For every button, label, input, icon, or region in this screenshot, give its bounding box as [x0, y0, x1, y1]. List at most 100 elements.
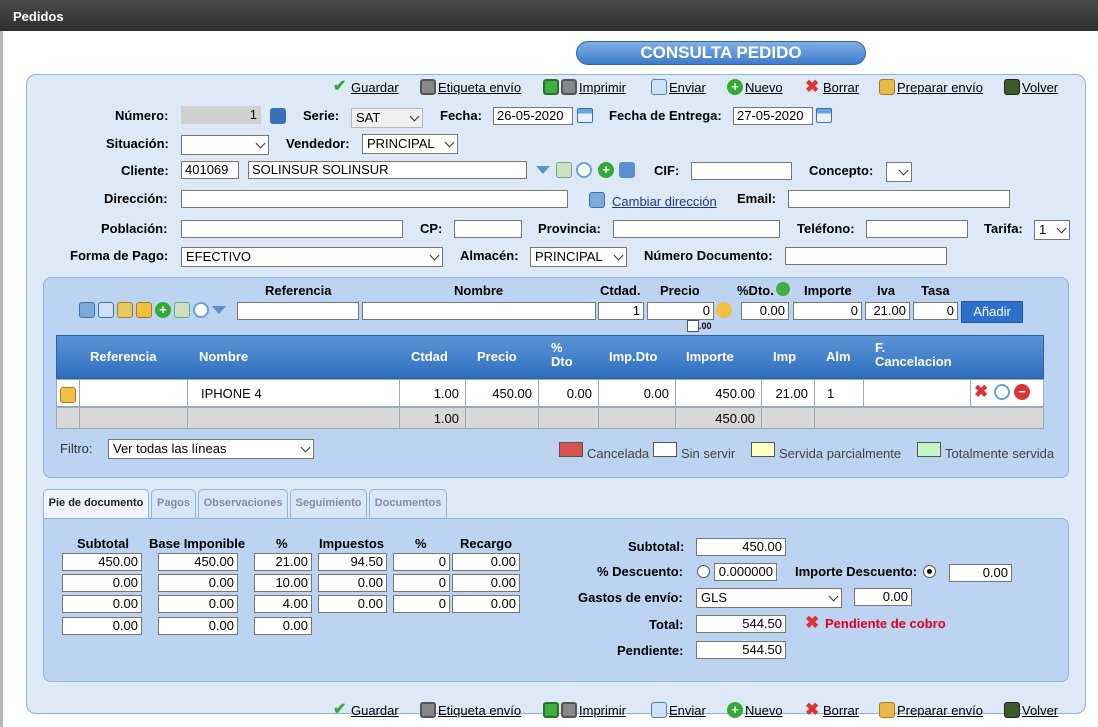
tax-recargo-field[interactable]: 0.00: [452, 553, 520, 571]
tab-pie-documento[interactable]: Pie de documento: [43, 489, 149, 520]
entry-importe-input[interactable]: 0: [793, 302, 862, 320]
descuento-importe-radio[interactable]: [923, 565, 936, 578]
plus-circle-icon[interactable]: +: [598, 162, 614, 178]
refresh-icon[interactable]: [776, 282, 790, 296]
delete-button[interactable]: ✖ Borrar: [805, 701, 859, 718]
poblacion-input[interactable]: [181, 220, 403, 238]
tax-pct-field[interactable]: 4.00: [254, 595, 312, 613]
table-row[interactable]: IPHONE 4 1.00 450.00 0.00 0.00 450.00 21…: [56, 379, 1044, 407]
prepare-shipment-button[interactable]: Preparar envío: [879, 702, 983, 718]
cancel-line-icon[interactable]: −: [1014, 384, 1030, 400]
entry-nombre-input[interactable]: [362, 302, 596, 320]
entry-referencia-input[interactable]: [237, 302, 359, 320]
filter-select[interactable]: Ver todas las líneas: [108, 439, 314, 459]
add-line-button[interactable]: Añadir: [961, 301, 1023, 323]
imp-descuento-input[interactable]: 0.00: [949, 564, 1012, 582]
folder-add-icon[interactable]: [60, 386, 76, 403]
tax-pct-field[interactable]: 21.00: [254, 553, 312, 571]
cliente-code-input[interactable]: 401069: [181, 161, 239, 179]
tab-documentos[interactable]: Documentos: [369, 489, 447, 519]
dropdown-arrow-icon[interactable]: [536, 166, 550, 174]
new-button[interactable]: + Nuevo: [727, 79, 783, 95]
entry-tasa-input[interactable]: 0: [913, 302, 958, 320]
tax-impuestos-field[interactable]: 0.00: [318, 574, 387, 592]
tax-pct-field[interactable]: 10.00: [254, 574, 312, 592]
decimals-checkbox[interactable]: [687, 320, 699, 332]
entry-ctdad-input[interactable]: 1: [598, 302, 644, 320]
tax-impuestos-field[interactable]: 0.00: [318, 595, 387, 613]
entry-dto-input[interactable]: 0.00: [741, 302, 789, 320]
save-button[interactable]: ✔ Guardar: [333, 79, 399, 95]
concepto-select[interactable]: [886, 162, 912, 182]
tab-seguimiento[interactable]: Seguimiento: [290, 489, 367, 519]
print-button[interactable]: Imprimir: [543, 79, 626, 95]
document-search-icon[interactable]: [98, 302, 114, 318]
tax-recargo-field[interactable]: 0.00: [452, 595, 520, 613]
send-button[interactable]: Enviar: [651, 702, 706, 718]
entrega-input[interactable]: 27-05-2020: [733, 107, 813, 125]
entry-precio-input[interactable]: 0: [647, 302, 714, 320]
cif-input[interactable]: [691, 162, 792, 180]
tax-base-field[interactable]: 0.00: [158, 595, 238, 613]
magnifier-icon[interactable]: [576, 162, 592, 178]
magnifier-icon[interactable]: [193, 302, 209, 318]
tax-subtotal-field[interactable]: 0.00: [62, 595, 142, 613]
tarifa-select[interactable]: 1: [1034, 220, 1070, 240]
email-input[interactable]: [788, 190, 1010, 208]
table-icon[interactable]: [556, 162, 572, 178]
plus-circle-icon[interactable]: +: [155, 302, 171, 318]
print-button[interactable]: Imprimir: [543, 702, 626, 718]
tax-pct2-field[interactable]: 0: [393, 574, 450, 592]
tax-pct2-field[interactable]: 0: [393, 595, 450, 613]
copy-icon[interactable]: [79, 302, 95, 318]
prepare-shipment-button[interactable]: Preparar envío: [879, 79, 983, 95]
save-button[interactable]: ✔ Guardar: [333, 702, 399, 718]
tax-pct2-field[interactable]: 0: [393, 553, 450, 571]
tab-pagos[interactable]: Pagos: [151, 489, 196, 519]
magnifier-icon[interactable]: [994, 384, 1010, 400]
vendedor-select[interactable]: PRINCIPAL: [362, 134, 458, 154]
back-button[interactable]: Volver: [1004, 702, 1058, 718]
back-button[interactable]: Volver: [1004, 79, 1058, 95]
users-icon[interactable]: [136, 302, 152, 318]
provincia-input[interactable]: [613, 220, 780, 238]
tax-base-field[interactable]: 0.00: [158, 574, 238, 592]
tax-subtotal-field[interactable]: 450.00: [62, 553, 142, 571]
telefono-input[interactable]: [866, 220, 968, 238]
forma-pago-select[interactable]: EFECTIVO: [181, 247, 443, 267]
edit-icon[interactable]: [619, 162, 635, 178]
shipping-label-button[interactable]: Etiqueta envío: [420, 702, 521, 718]
gastos-input[interactable]: 0.00: [854, 588, 912, 606]
cliente-name-input[interactable]: SOLINSUR SOLINSUR: [248, 161, 527, 179]
fecha-input[interactable]: 26-05-2020: [493, 107, 573, 125]
delete-button[interactable]: ✖ Borrar: [805, 78, 859, 95]
edit-document-icon[interactable]: [117, 302, 133, 318]
new-button[interactable]: + Nuevo: [727, 702, 783, 718]
calendar-icon[interactable]: [816, 108, 832, 123]
almacen-select[interactable]: PRINCIPAL: [530, 247, 627, 267]
situacion-select[interactable]: [181, 135, 269, 155]
tax-pct-field[interactable]: 0.00: [254, 617, 312, 635]
descuento-pct-radio[interactable]: [697, 565, 710, 578]
serie-select[interactable]: SAT: [351, 108, 423, 128]
entry-iva-input[interactable]: 21.00: [865, 302, 910, 320]
table-icon[interactable]: [174, 302, 190, 318]
tax-impuestos-field[interactable]: 94.50: [318, 553, 387, 571]
tax-subtotal-field[interactable]: 0.00: [62, 617, 142, 635]
gastos-carrier-select[interactable]: GLS: [696, 588, 842, 608]
tab-observaciones[interactable]: Observaciones: [198, 489, 288, 519]
calendar-icon[interactable]: [577, 108, 593, 123]
change-address-link[interactable]: Cambiar dirección: [612, 194, 717, 209]
tax-base-field[interactable]: 450.00: [158, 553, 238, 571]
shipping-label-button[interactable]: Etiqueta envío: [420, 79, 521, 95]
num-doc-input[interactable]: [785, 247, 947, 265]
tax-recargo-field[interactable]: 0.00: [452, 574, 520, 592]
send-button[interactable]: Enviar: [651, 79, 706, 95]
tax-base-field[interactable]: 0.00: [158, 617, 238, 635]
direccion-input[interactable]: [181, 190, 568, 208]
delete-line-icon[interactable]: ✖: [974, 383, 990, 400]
dropdown-arrow-icon[interactable]: [212, 306, 226, 314]
coins-icon[interactable]: [716, 302, 732, 318]
descuento-pct-input[interactable]: 0.000000: [714, 563, 777, 581]
document-icon[interactable]: [270, 108, 286, 124]
